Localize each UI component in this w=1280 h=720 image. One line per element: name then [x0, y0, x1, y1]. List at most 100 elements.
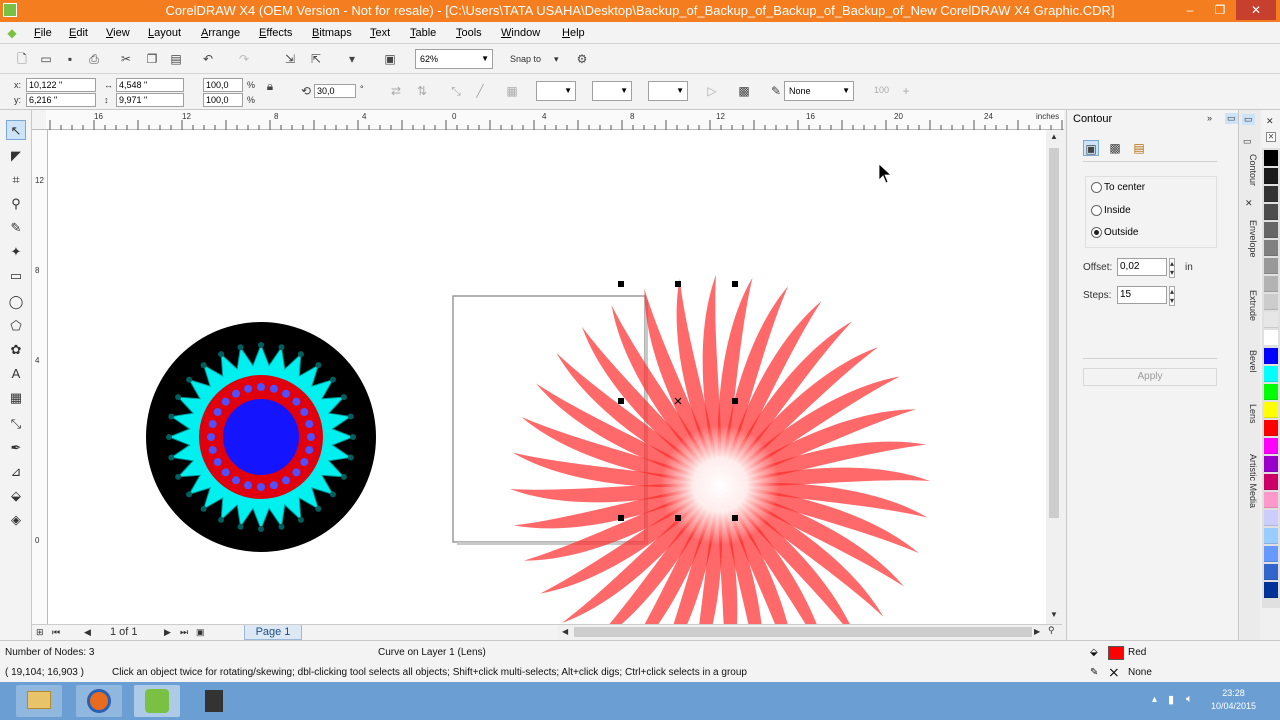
menu-tools[interactable]: Tools	[456, 27, 482, 39]
docker-tab-lens[interactable]: Lens	[1242, 404, 1258, 424]
end-arrowhead-select[interactable]: ▼	[648, 81, 688, 101]
close-curve-icon[interactable]: ▷	[704, 83, 720, 99]
radio-inside[interactable]: Inside	[1091, 205, 1131, 216]
vertical-ruler[interactable]: 12 8 4 0	[32, 130, 48, 624]
color-swatch[interactable]	[1264, 168, 1278, 184]
redo-icon[interactable]: ↷	[236, 51, 252, 67]
color-swatch[interactable]	[1264, 294, 1278, 310]
outline-tool-icon[interactable]: ⊿	[6, 462, 26, 482]
crop-tool-icon[interactable]: ⌗	[6, 170, 26, 190]
taskbar-app[interactable]	[192, 685, 238, 717]
menu-help[interactable]: Help	[562, 27, 585, 39]
last-page-icon[interactable]: ⏭	[180, 627, 188, 638]
apply-button[interactable]: Apply	[1083, 368, 1217, 386]
snap-to-dropdown-icon[interactable]: ▾	[554, 54, 559, 65]
docker-tab-extrude[interactable]: Extrude	[1242, 290, 1258, 321]
scroll-down-icon[interactable]: ▼	[1050, 610, 1058, 619]
table-tool-icon[interactable]: ▦	[6, 388, 26, 408]
menu-text[interactable]: Text	[370, 27, 390, 39]
menu-bitmaps[interactable]: Bitmaps	[312, 27, 352, 39]
basic-shapes-tool-icon[interactable]: ✿	[6, 340, 26, 360]
lock-ratio-icon[interactable]: 🔒︎	[262, 78, 278, 94]
palette-close-icon[interactable]: ✕	[1266, 116, 1274, 127]
menu-effects[interactable]: Effects	[259, 27, 292, 39]
x-position-input[interactable]: 10,122 "	[26, 78, 96, 92]
taskbar-explorer[interactable]	[16, 685, 62, 717]
color-swatch[interactable]	[1264, 240, 1278, 256]
docker-tab-contour[interactable]: Contour	[1242, 154, 1258, 186]
shape-tool-icon[interactable]: ◤	[6, 146, 26, 166]
first-page-icon[interactable]: ⏮	[52, 627, 60, 638]
radio-outside[interactable]: Outside	[1091, 227, 1138, 238]
color-swatch[interactable]	[1264, 186, 1278, 202]
menu-layout[interactable]: Layout	[148, 27, 181, 39]
rotation-angle-input[interactable]: 30,0	[314, 84, 356, 98]
new-document-icon[interactable]: 🗋	[14, 51, 30, 67]
maximize-button[interactable]: ❐	[1206, 0, 1234, 20]
color-swatch[interactable]	[1264, 474, 1278, 490]
freehand-tool-icon[interactable]: ✎	[6, 218, 26, 238]
add-icon[interactable]: +	[898, 83, 914, 99]
docker-minimize-icon[interactable]: ▭	[1225, 113, 1238, 124]
color-swatch[interactable]	[1264, 312, 1278, 328]
polygon-tool-icon[interactable]: ⬠	[6, 316, 26, 336]
menu-file[interactable]: File	[34, 27, 52, 39]
offset-input[interactable]: 0,02	[1117, 258, 1167, 276]
fill-tool-icon[interactable]: ⬙	[6, 486, 26, 506]
radio-button[interactable]	[1091, 182, 1102, 193]
radio-to-center[interactable]: To center	[1091, 182, 1145, 193]
snap-to-button[interactable]: Snap to	[510, 54, 541, 64]
fill-color-swatch[interactable]	[1108, 646, 1124, 660]
zoom-level-select[interactable]: 62% ▼	[415, 49, 493, 69]
steps-input[interactable]: 15	[1117, 286, 1167, 304]
width-input[interactable]: 4,548 "	[116, 78, 184, 92]
print-icon[interactable]: ⎙	[86, 51, 102, 67]
welcome-screen-icon[interactable]: ▣	[382, 51, 398, 67]
color-swatch[interactable]	[1264, 546, 1278, 562]
edit-curve-icon[interactable]: ⤡	[448, 83, 464, 99]
pick-tool-icon[interactable]: ↖	[6, 120, 26, 140]
paste-icon[interactable]: ▤	[168, 51, 184, 67]
color-swatch[interactable]	[1264, 582, 1278, 598]
options-icon[interactable]: ⚙	[574, 51, 590, 67]
volume-icon[interactable]: 🔈︎	[1186, 693, 1193, 706]
export-icon[interactable]: ⇱	[308, 51, 324, 67]
undo-icon[interactable]: ↶	[200, 51, 216, 67]
outline-pen-icon[interactable]: ✎	[768, 83, 784, 99]
color-swatch[interactable]	[1264, 276, 1278, 292]
transparency-value[interactable]: 100	[874, 85, 889, 95]
vertical-scroll-thumb[interactable]	[1049, 148, 1059, 518]
color-swatch[interactable]	[1264, 438, 1278, 454]
radio-button[interactable]	[1091, 227, 1102, 238]
color-swatch[interactable]	[1264, 402, 1278, 418]
docker-options-icon[interactable]: ▭	[1242, 114, 1255, 125]
color-swatch[interactable]	[1264, 348, 1278, 364]
radio-button[interactable]	[1091, 205, 1102, 216]
line-style-select[interactable]: ▼	[592, 81, 632, 101]
scroll-right-icon[interactable]: ▶	[1034, 627, 1040, 636]
color-swatch[interactable]	[1264, 204, 1278, 220]
docker-tab-envelope[interactable]: Envelope	[1242, 220, 1258, 258]
close-button[interactable]: ✕	[1236, 0, 1276, 20]
text-tool-icon[interactable]: A	[6, 364, 26, 384]
color-swatch[interactable]	[1264, 456, 1278, 472]
color-swatch[interactable]	[1264, 222, 1278, 238]
dimension-tool-icon[interactable]: ⤡	[6, 414, 26, 434]
rectangle-tool-icon[interactable]: ▭	[6, 266, 26, 286]
minimize-button[interactable]: –	[1176, 0, 1204, 20]
taskbar-coreldraw[interactable]	[134, 685, 180, 717]
scale-y-input[interactable]: 100,0	[203, 93, 243, 107]
tray-chevron-icon[interactable]: ▴	[1152, 694, 1157, 705]
color-swatch[interactable]	[1264, 384, 1278, 400]
taskbar-firefox[interactable]	[76, 685, 122, 717]
contour-presets-icon[interactable]: ▣	[1083, 140, 1099, 156]
color-swatch[interactable]	[1264, 366, 1278, 382]
menu-window[interactable]: Window	[501, 27, 540, 39]
ellipse-tool-icon[interactable]: ◯	[6, 292, 26, 312]
contour-acceleration-icon[interactable]: ▤	[1131, 140, 1147, 156]
interactive-fill-tool-icon[interactable]: ◈	[6, 510, 26, 530]
color-swatch[interactable]	[1264, 150, 1278, 166]
docker-tab-bevel[interactable]: Bevel	[1242, 350, 1258, 373]
scroll-left-icon[interactable]: ◀	[562, 627, 568, 636]
add-page-icon[interactable]: ▣	[196, 627, 205, 638]
